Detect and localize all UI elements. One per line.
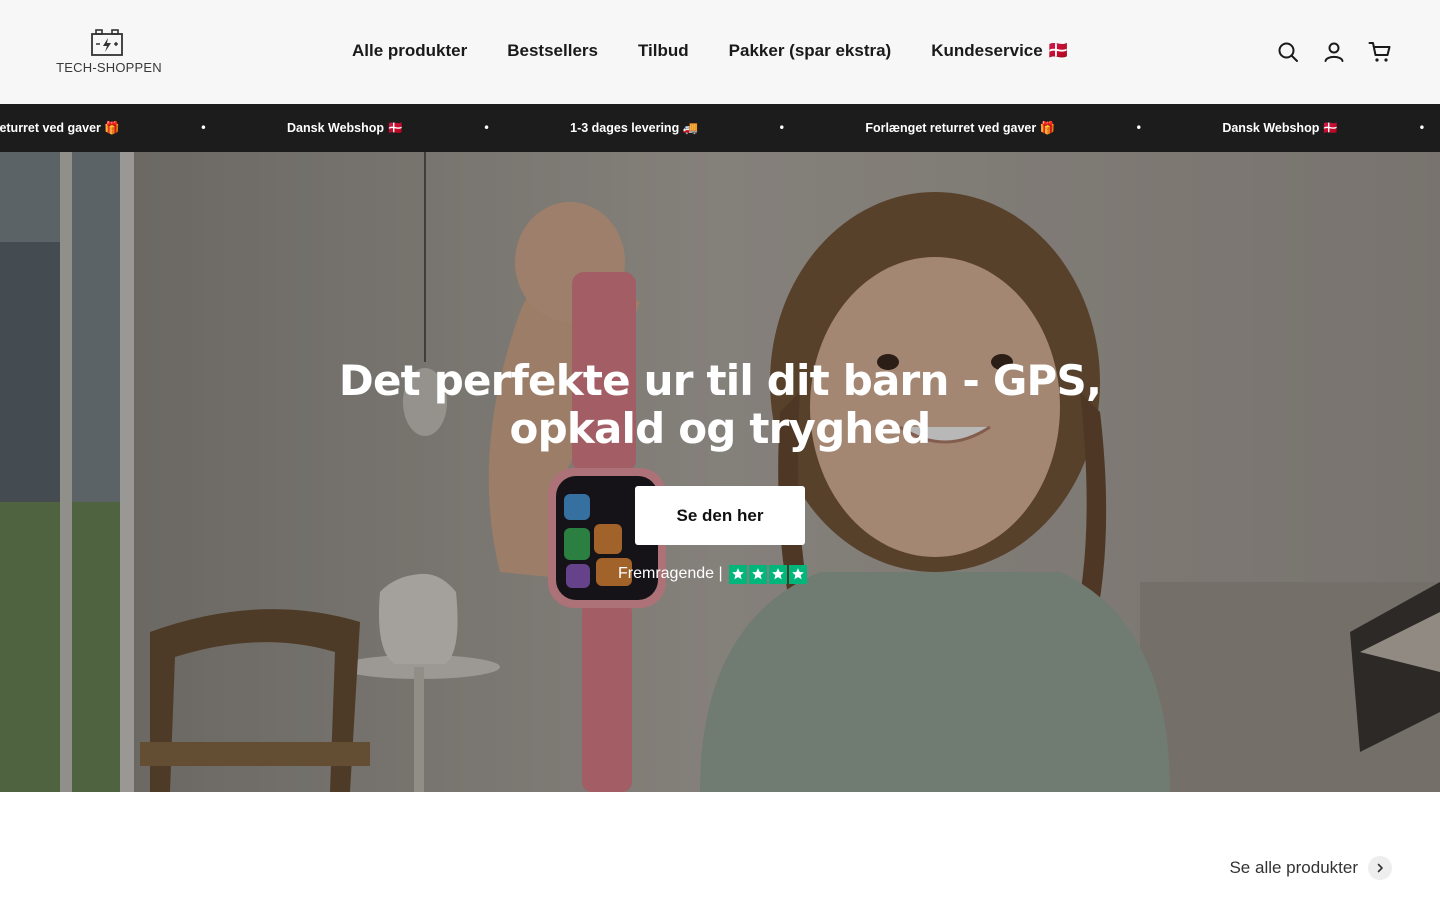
see-all-label: Se alle produkter (1229, 858, 1358, 877)
announcement-separator: • (1135, 121, 1143, 135)
announcement-bar: Forlænget returret ved gaver 🎁 • Dansk W… (0, 104, 1440, 152)
nav-bestsellers[interactable]: Bestsellers (507, 38, 598, 64)
star-icon (788, 564, 807, 584)
hero-title: Det perfekte ur til dit barn - GPS, opka… (338, 356, 1102, 453)
announcement-track: Forlænget returret ved gaver 🎁 • Dansk W… (0, 104, 1440, 152)
nav-offers[interactable]: Tilbud (638, 38, 689, 64)
star-icon (748, 564, 767, 584)
hero-banner: Det perfekte ur til dit barn - GPS, opka… (0, 152, 1440, 792)
announcement-separator: • (199, 121, 207, 135)
site-header: TECH-SHOPPEN Alle produkter Bestsellers … (0, 0, 1440, 104)
star-icon (768, 564, 787, 584)
nav-bundles[interactable]: Pakker (spar ekstra) (729, 38, 892, 64)
star-icon (728, 564, 747, 584)
announcement-item: Forlænget returret ved gaver 🎁 (865, 120, 1056, 135)
rating-stars (728, 564, 807, 584)
chevron-right-icon (1368, 856, 1392, 880)
cart-icon[interactable] (1368, 40, 1392, 64)
announcement-separator: • (483, 121, 491, 135)
announcement-separator: • (778, 121, 786, 135)
nav-customer-service[interactable]: Kundeservice 🇩🇰 (931, 38, 1068, 64)
see-all-products-link[interactable]: Se alle produkter (1229, 856, 1392, 880)
main-nav: Alle produkter Bestsellers Tilbud Pakker… (352, 38, 1069, 64)
rating-label: Fremragende | (618, 565, 723, 582)
hero-overlay (0, 152, 1440, 792)
account-icon[interactable] (1322, 40, 1346, 64)
announcement-item: Dansk Webshop 🇩🇰 (287, 120, 404, 135)
battery-logo-icon (91, 29, 123, 56)
logo-text: TECH-SHOPPEN (56, 60, 162, 75)
search-icon[interactable] (1276, 40, 1300, 64)
header-actions (1276, 40, 1392, 64)
announcement-separator: • (1418, 121, 1426, 135)
announcement-item: Dansk Webshop 🇩🇰 (1222, 120, 1339, 135)
logo[interactable]: TECH-SHOPPEN (54, 29, 164, 77)
nav-all-products[interactable]: Alle produkter (352, 38, 467, 64)
announcement-item: Forlænget returret ved gaver 🎁 (0, 120, 120, 135)
hero-cta-button[interactable]: Se den her (635, 486, 805, 545)
announcement-item: 1-3 dages levering 🚚 (570, 120, 699, 135)
trustpilot-rating[interactable]: Fremragende | (618, 563, 807, 585)
